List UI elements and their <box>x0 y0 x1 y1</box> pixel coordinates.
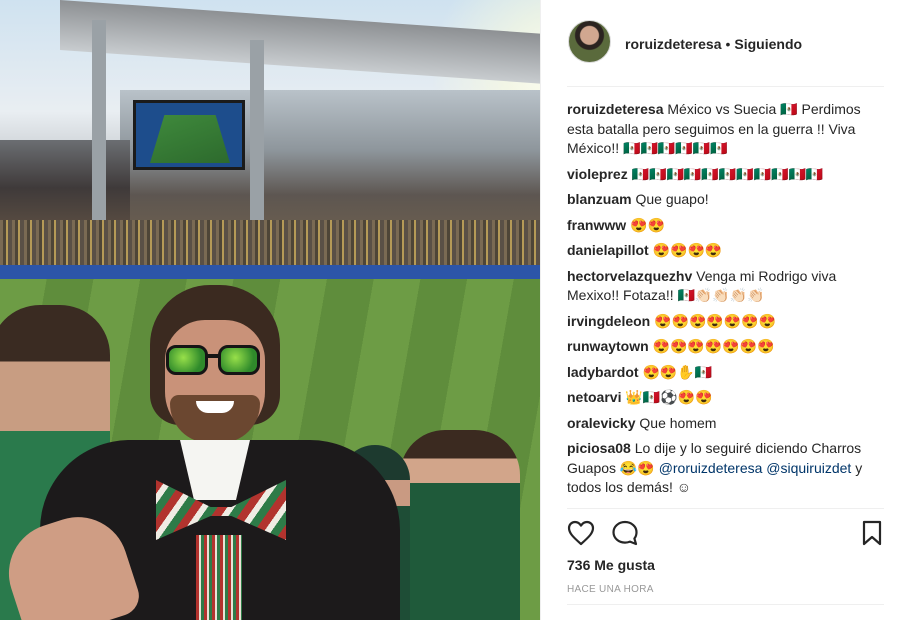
comment: violeprez 🇲🇽🇲🇽🇲🇽🇲🇽🇲🇽🇲🇽🇲🇽🇲🇽🇲🇽🇲🇽🇲🇽 <box>567 165 885 185</box>
sunglasses-lens-right <box>218 345 260 375</box>
comment-username[interactable]: netoarvi <box>567 389 621 405</box>
bookmark-icon[interactable] <box>861 520 883 546</box>
mention-link[interactable]: @roruizdeteresa <box>659 460 763 476</box>
comment-username[interactable]: ladybardot <box>567 364 639 380</box>
bow-tassel <box>196 535 242 620</box>
stadium-column <box>250 40 264 230</box>
comments-list: roruizdeteresa México vs Suecia 🇲🇽 Perdi… <box>567 100 885 504</box>
heart-icon[interactable] <box>567 520 595 546</box>
stadium-column <box>92 20 106 220</box>
crowd <box>0 220 540 270</box>
comment-username[interactable]: blanzuam <box>567 191 632 207</box>
divider <box>567 508 884 509</box>
divider <box>567 86 884 87</box>
comment-username[interactable]: hectorvelazquezhv <box>567 268 692 284</box>
comment-username[interactable]: piciosa08 <box>567 440 631 456</box>
comment-username[interactable]: danielapillot <box>567 242 649 258</box>
divider <box>567 604 884 605</box>
post-photo[interactable] <box>0 0 540 620</box>
header-user-line: roruizdeteresa • Siguiendo <box>625 36 802 52</box>
post-header: roruizdeteresa • Siguiendo <box>541 0 897 86</box>
comment-text: 😍😍😍😍😍😍😍 <box>654 312 777 329</box>
comment: runwaytown 😍😍😍😍😍😍😍 <box>567 337 885 357</box>
comment-username[interactable]: roruizdeteresa <box>567 101 663 117</box>
comment: roruizdeteresa México vs Suecia 🇲🇽 Perdi… <box>567 100 885 159</box>
comment: irvingdeleon 😍😍😍😍😍😍😍 <box>567 312 885 332</box>
comment: danielapillot 😍😍😍😍 <box>567 241 885 261</box>
comment-icon[interactable] <box>611 520 639 546</box>
comment: oralevicky Que homem <box>567 414 885 434</box>
smile <box>196 401 234 413</box>
ad-board <box>0 265 540 279</box>
comment-text: 👑🇲🇽⚽😍😍 <box>625 389 713 405</box>
comment-text: Que homem <box>639 414 717 431</box>
comment: ladybardot 😍😍✋🇲🇽 <box>567 363 885 383</box>
comment: blanzuam Que guapo! <box>567 190 885 210</box>
avatar[interactable] <box>568 20 611 63</box>
comment: franwww 😍😍 <box>567 216 885 236</box>
sunglasses-bridge <box>206 354 220 358</box>
comment-username[interactable]: franwww <box>567 217 626 233</box>
mention-link[interactable]: @siquiruizdet <box>766 460 851 476</box>
screen-lineup <box>150 115 230 163</box>
fan-right <box>400 430 520 620</box>
sunglasses-lens-left <box>166 345 208 375</box>
header-separator: • <box>725 36 731 52</box>
comment: netoarvi 👑🇲🇽⚽😍😍 <box>567 388 885 408</box>
comment-username[interactable]: violeprez <box>567 166 628 182</box>
likes-count[interactable]: 736 Me gusta <box>567 557 655 573</box>
comment-text: 😍😍 <box>630 216 665 233</box>
comment-text: 😍😍😍😍😍😍😍 <box>652 338 775 354</box>
comment-username[interactable]: irvingdeleon <box>567 313 650 329</box>
post-panel: roruizdeteresa • Siguiendo roruizdeteresa … <box>540 0 897 620</box>
comment-text: 🇲🇽🇲🇽🇲🇽🇲🇽🇲🇽🇲🇽🇲🇽🇲🇽🇲🇽🇲🇽🇲🇽 <box>631 165 824 182</box>
comment-text: Que guapo! <box>635 191 709 207</box>
comment-username[interactable]: runwaytown <box>567 338 649 354</box>
post-time[interactable]: HACE UNA HORA <box>567 584 654 595</box>
comment: hectorvelazquezhv Venga mi Rodrigo viva … <box>567 267 885 306</box>
comment-text: 😍😍✋🇲🇽 <box>642 363 713 380</box>
stadium-screen <box>133 100 245 170</box>
header-username[interactable]: roruizdeteresa <box>625 36 721 52</box>
follow-status-button[interactable]: Siguiendo <box>734 36 802 52</box>
comment: piciosa08 Lo dije y lo seguiré diciendo … <box>567 439 885 498</box>
comment-text: 😍😍😍😍 <box>652 242 723 258</box>
comment-username[interactable]: oralevicky <box>567 415 636 431</box>
